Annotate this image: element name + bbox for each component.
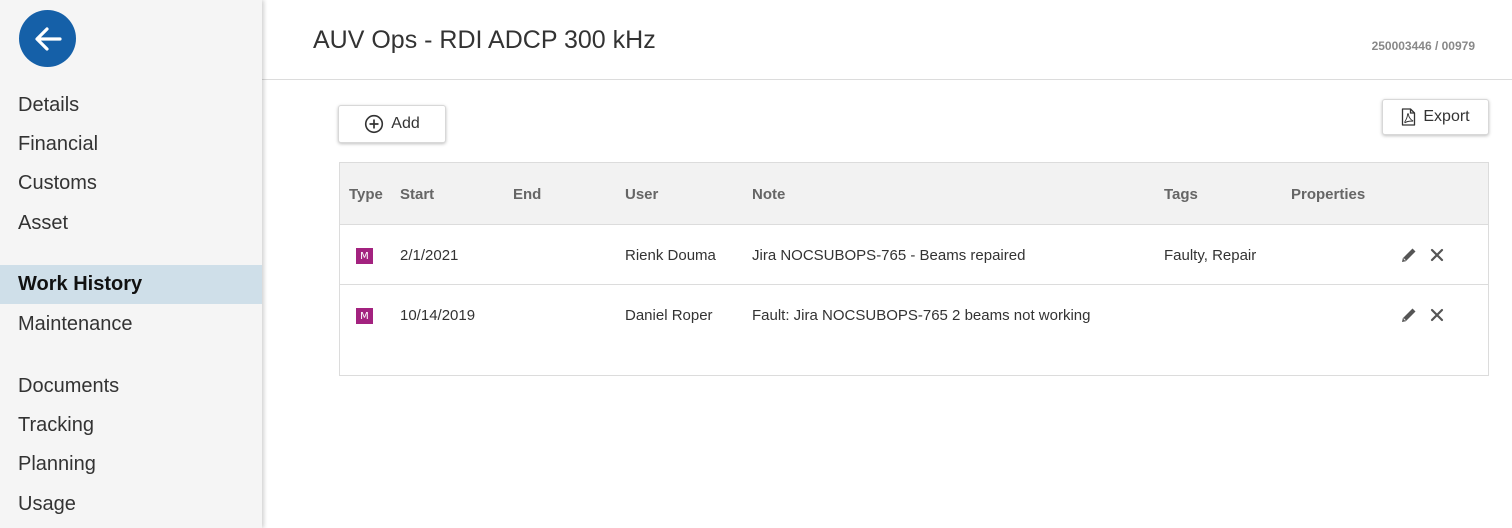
sidebar-item-asset[interactable]: Asset xyxy=(0,204,262,243)
column-header-properties[interactable]: Properties xyxy=(1291,186,1365,203)
cell-tags: Faulty, Repair xyxy=(1164,247,1257,264)
sidebar-item-planning[interactable]: Planning xyxy=(0,445,262,484)
sidebar-item-financial[interactable]: Financial xyxy=(0,125,262,164)
back-button[interactable] xyxy=(19,10,76,67)
sidebar-item-customs[interactable]: Customs xyxy=(0,164,262,203)
delete-button[interactable] xyxy=(1426,244,1448,266)
sidebar-item-work-history[interactable]: Work History xyxy=(0,265,262,304)
column-header-note[interactable]: Note xyxy=(752,186,785,203)
delete-button[interactable] xyxy=(1426,304,1448,326)
table-header: Type Start End User Note Tags Properties xyxy=(340,163,1488,225)
cell-start: 10/14/2019 xyxy=(400,307,476,324)
cell-user: Daniel Roper xyxy=(625,307,713,324)
column-header-type[interactable]: Type xyxy=(349,186,383,203)
sidebar-item-documents[interactable]: Documents xyxy=(0,367,262,406)
pdf-file-icon xyxy=(1402,108,1416,126)
sidebar-item-maintenance[interactable]: Maintenance xyxy=(0,305,262,344)
export-button-label: Export xyxy=(1423,108,1470,125)
column-header-start[interactable]: Start xyxy=(400,186,434,203)
arrow-left-icon xyxy=(34,26,62,51)
column-header-tags[interactable]: Tags xyxy=(1164,186,1198,203)
record-id: 250003446 / 00979 xyxy=(1371,39,1475,53)
cell-user: Rienk Douma xyxy=(625,247,716,264)
table-row[interactable]: M 2/1/2021 Rienk Douma Jira NOCSUBOPS-76… xyxy=(340,225,1488,285)
work-history-table: Type Start End User Note Tags Properties… xyxy=(339,162,1489,376)
add-button[interactable]: Add xyxy=(338,105,446,143)
column-header-end[interactable]: End xyxy=(513,186,541,203)
sidebar-item-usage[interactable]: Usage xyxy=(0,485,262,524)
sidebar-item-details[interactable]: Details xyxy=(0,86,262,125)
cell-note: Fault: Jira NOCSUBOPS-765 2 beams not wo… xyxy=(752,307,1091,324)
type-badge: M xyxy=(356,308,373,324)
pencil-icon xyxy=(1402,248,1416,262)
column-header-user[interactable]: User xyxy=(625,186,658,203)
edit-button[interactable] xyxy=(1398,244,1420,266)
sidebar: Details Financial Customs Asset Work His… xyxy=(0,0,262,528)
cell-note: Jira NOCSUBOPS-765 - Beams repaired xyxy=(752,247,1026,264)
add-button-label: Add xyxy=(391,115,420,132)
pencil-icon xyxy=(1402,308,1416,322)
plus-circle-icon xyxy=(365,114,384,134)
page-title: AUV Ops - RDI ADCP 300 kHz xyxy=(313,26,656,54)
close-icon xyxy=(1430,308,1444,322)
close-icon xyxy=(1430,248,1444,262)
page-header: AUV Ops - RDI ADCP 300 kHz 250003446 / 0… xyxy=(262,0,1512,80)
table-row[interactable]: M 10/14/2019 Daniel Roper Fault: Jira NO… xyxy=(340,285,1488,345)
type-badge: M xyxy=(356,248,373,264)
cell-start: 2/1/2021 xyxy=(400,247,459,264)
export-button[interactable]: Export xyxy=(1382,99,1489,135)
sidebar-item-tracking[interactable]: Tracking xyxy=(0,406,262,445)
edit-button[interactable] xyxy=(1398,304,1420,326)
